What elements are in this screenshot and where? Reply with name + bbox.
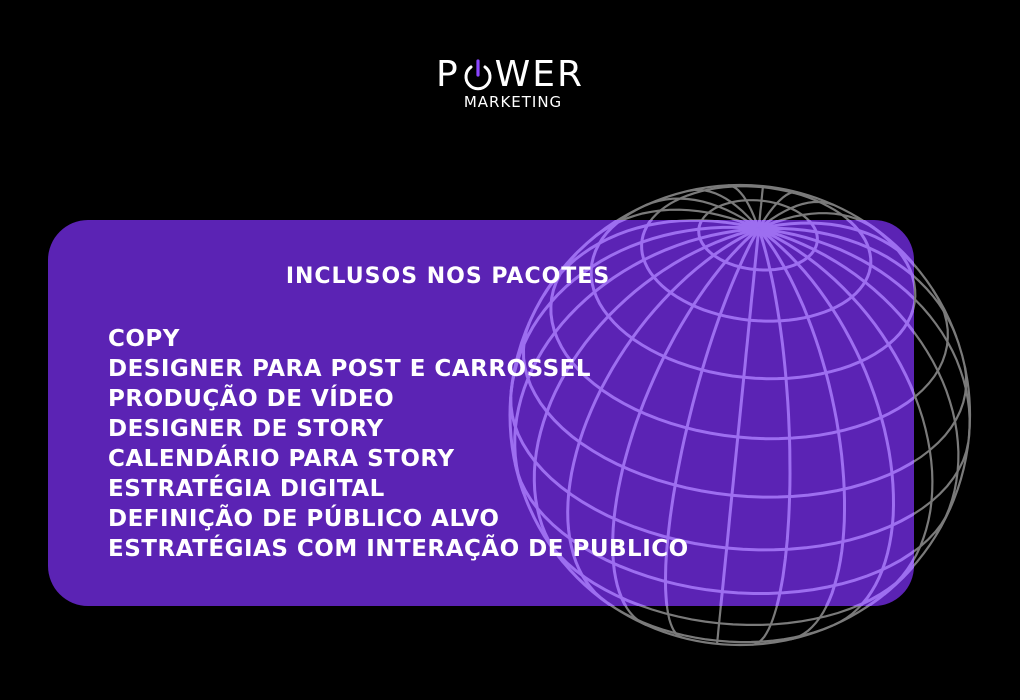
list-item: DESIGNER DE STORY [108, 416, 384, 442]
list-item: ESTRATÉGIAS COM INTERAÇÃO DE PUBLICO [108, 536, 689, 562]
list-item: ESTRATÉGIA DIGITAL [108, 476, 385, 502]
logo-letter-p: P [435, 54, 460, 95]
services-list: COPY DESIGNER PARA POST E CARROSSEL PROD… [108, 324, 689, 564]
list-item: PRODUÇÃO DE VÍDEO [108, 386, 395, 412]
logo-wordmark: P WER [436, 52, 584, 97]
list-item: CALENDÁRIO PARA STORY [108, 446, 455, 472]
power-icon [464, 59, 492, 91]
logo-letters-wer: WER [494, 54, 585, 95]
card-title: INCLUSOS NOS PACOTES [285, 264, 611, 289]
list-item: DEFINIÇÃO DE PÚBLICO ALVO [108, 506, 500, 532]
list-item: DESIGNER PARA POST E CARROSSEL [108, 356, 592, 382]
list-item: COPY [108, 326, 180, 352]
logo-subtitle: MARKETING [463, 93, 563, 111]
brand-logo: P WER MARKETING [0, 52, 1020, 111]
